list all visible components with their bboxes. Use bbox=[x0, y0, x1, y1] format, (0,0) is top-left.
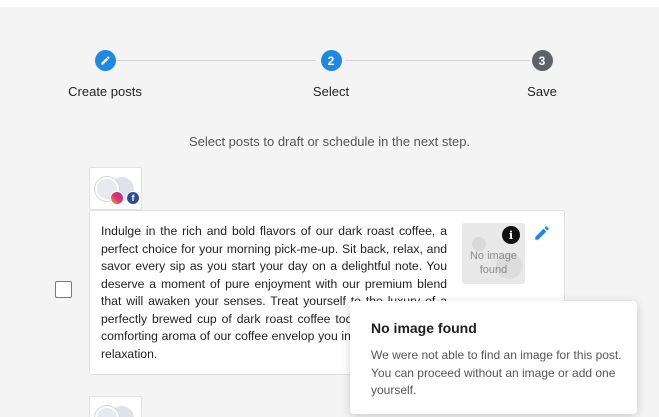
image-placeholder-label: No image found bbox=[469, 250, 518, 276]
tooltip-title: No image found bbox=[371, 320, 477, 336]
step-select[interactable]: 2 Select bbox=[271, 46, 391, 99]
step-number: 2 bbox=[320, 50, 342, 71]
step-label: Select bbox=[312, 84, 350, 99]
pencil-icon bbox=[94, 50, 116, 71]
info-icon[interactable]: i bbox=[502, 226, 520, 244]
stepper: Create posts 2 Select 3 Save bbox=[0, 46, 659, 106]
step-label: Save bbox=[527, 84, 557, 99]
tooltip-arrow bbox=[482, 289, 506, 301]
instruction-text: Select posts to draft or schedule in the… bbox=[188, 134, 471, 149]
step-create-posts[interactable]: Create posts bbox=[45, 46, 165, 99]
step-label: Create posts bbox=[68, 84, 142, 99]
instagram-icon bbox=[110, 191, 124, 205]
tooltip-body: We were not able to find an image for th… bbox=[371, 348, 622, 397]
edit-icon[interactable] bbox=[533, 224, 551, 242]
facebook-icon: f bbox=[126, 191, 140, 205]
channel-avatars bbox=[89, 396, 142, 417]
no-image-tooltip: No image found We were not able to find … bbox=[350, 301, 637, 414]
step-number: 3 bbox=[531, 50, 553, 71]
step-save[interactable]: 3 Save bbox=[482, 46, 602, 99]
post-select-checkbox[interactable] bbox=[55, 281, 72, 298]
channel-avatars: f bbox=[89, 167, 142, 210]
top-bar bbox=[0, 0, 659, 7]
